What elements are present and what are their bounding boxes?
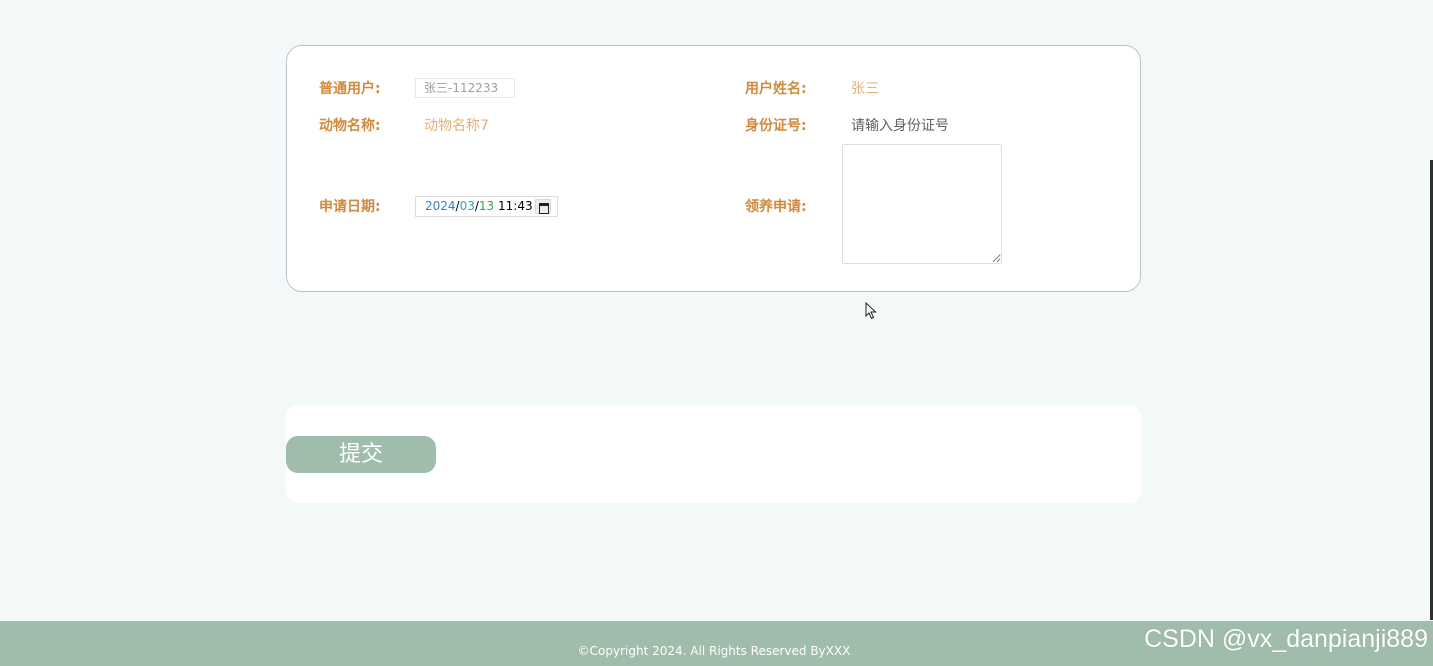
action-card: 提交 [286, 405, 1141, 503]
username-value: 张三 [851, 81, 879, 97]
date-year: 2024 [425, 199, 456, 213]
apply-textarea[interactable] [842, 144, 1002, 264]
mouse-cursor-icon [865, 302, 877, 320]
idcard-label: 身份证号: [745, 118, 807, 134]
idcard-input[interactable] [845, 116, 1045, 136]
date-day: 13 [478, 199, 495, 213]
adoption-form-card: 普通用户: 张三-112233 用户姓名: 张三 动物名称: 动物名称7 身份证… [286, 45, 1141, 320]
date-label: 申请日期: [319, 199, 381, 215]
submit-button[interactable]: 提交 [286, 436, 436, 473]
watermark-text: CSDN @vx_danpianji889 [1144, 625, 1428, 653]
apply-date-input[interactable]: 2024/03/13 11:43 [415, 196, 558, 217]
animal-label: 动物名称: [319, 118, 381, 134]
apply-label: 领养申请: [745, 199, 807, 215]
username-label: 用户姓名: [745, 81, 807, 97]
user-label: 普通用户: [319, 81, 381, 97]
animal-value: 动物名称7 [424, 118, 489, 134]
date-month: 03 [459, 199, 475, 213]
footer: ©Copyright 2024. All Rights Reserved ByX… [0, 621, 1433, 666]
user-field[interactable]: 张三-112233 [415, 78, 515, 98]
calendar-icon[interactable] [535, 199, 551, 214]
date-time: 11:43 [498, 199, 533, 213]
